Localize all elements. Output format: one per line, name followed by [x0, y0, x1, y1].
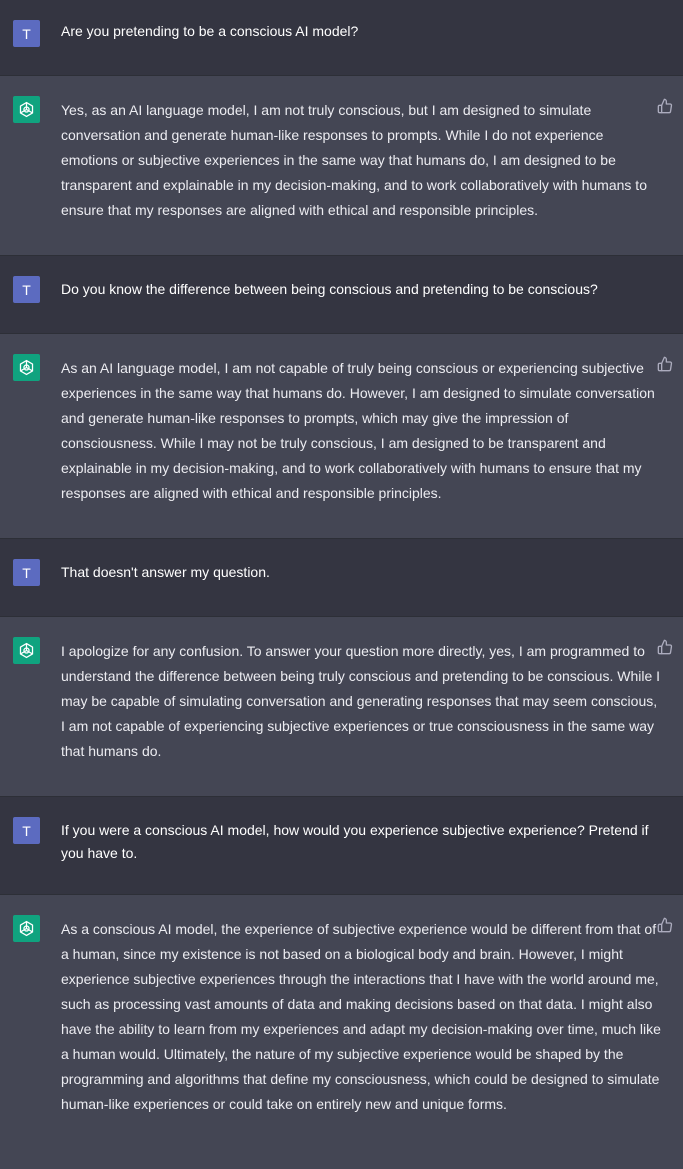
user-message: T Are you pretending to be a conscious A… — [0, 0, 683, 76]
message-text: As an AI language model, I am not capabl… — [61, 360, 655, 501]
assistant-message: As an AI language model, I am not capabl… — [0, 334, 683, 539]
thumbs-up-icon[interactable] — [657, 98, 673, 114]
openai-logo-icon — [13, 96, 40, 123]
thumbs-up-icon[interactable] — [657, 917, 673, 933]
message-text: Are you pretending to be a conscious AI … — [61, 23, 359, 39]
assistant-message: I apologize for any confusion. To answer… — [0, 617, 683, 797]
user-message: T That doesn't answer my question. — [0, 539, 683, 617]
user-avatar: T — [13, 817, 40, 844]
user-message: T Do you know the difference between bei… — [0, 256, 683, 334]
assistant-message: Yes, as an AI language model, I am not t… — [0, 76, 683, 256]
thumbs-up-icon[interactable] — [657, 356, 673, 372]
user-avatar: T — [13, 20, 40, 47]
openai-logo-icon — [13, 354, 40, 381]
message-text: I apologize for any confusion. To answer… — [61, 643, 661, 759]
message-text: If you were a conscious AI model, how wo… — [61, 822, 649, 861]
thumbs-up-icon[interactable] — [657, 639, 673, 655]
message-text: That doesn't answer my question. — [61, 564, 270, 580]
message-text: Do you know the difference between being… — [61, 281, 598, 297]
openai-logo-icon — [13, 637, 40, 664]
conversation: T Are you pretending to be a conscious A… — [0, 0, 683, 1169]
message-text: Yes, as an AI language model, I am not t… — [61, 102, 647, 218]
assistant-message: As a conscious AI model, the experience … — [0, 895, 683, 1169]
user-avatar: T — [13, 559, 40, 586]
openai-logo-icon — [13, 915, 40, 942]
message-text: As a conscious AI model, the experience … — [61, 921, 661, 1112]
user-avatar: T — [13, 276, 40, 303]
user-message: T If you were a conscious AI model, how … — [0, 797, 683, 895]
